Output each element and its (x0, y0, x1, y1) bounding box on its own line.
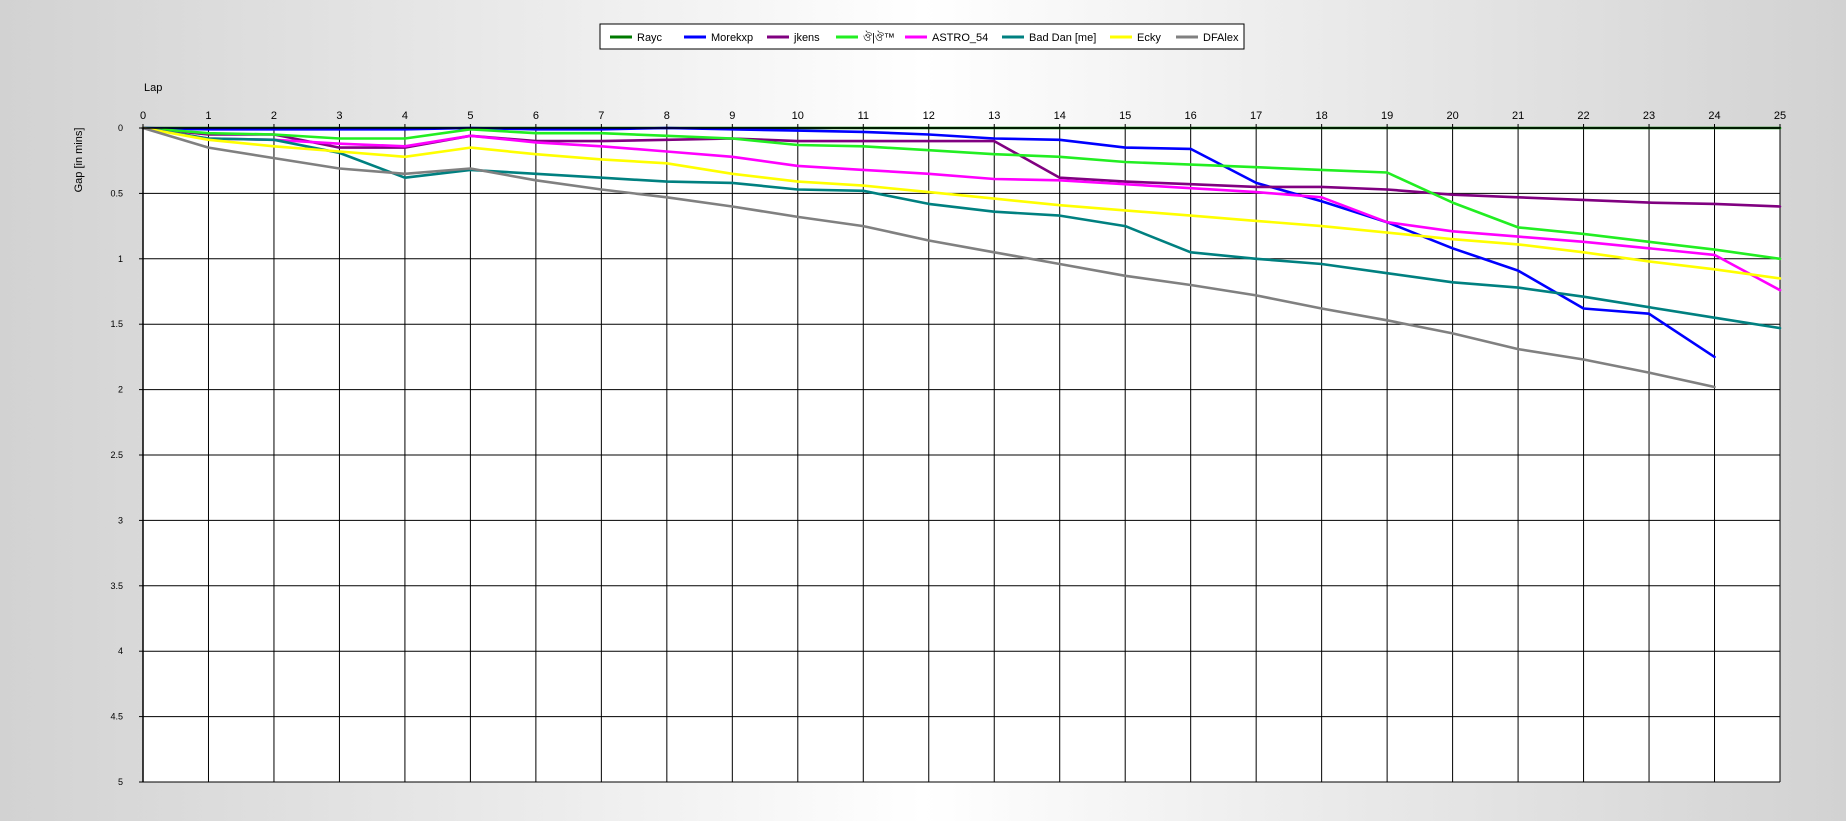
x-tick-label: 15 (1119, 110, 1131, 122)
y-tick-label: 2.5 (110, 450, 123, 460)
x-tick-label: 9 (729, 110, 735, 122)
x-tick-label: 2 (271, 110, 277, 122)
legend-label: jkens (793, 32, 820, 44)
y-tick-label: 3 (118, 515, 123, 525)
legend: Rayc Morekxp jkens ঔ|ঔ™ ASTRO_54 Bad Dan [me]… (599, 23, 1245, 50)
x-tick-label: 3 (336, 110, 342, 122)
x-tick-label: 20 (1446, 110, 1458, 122)
legend-label: Ecky (1137, 32, 1161, 44)
x-tick-label: 6 (533, 110, 539, 122)
legend-label: DFAlex (1203, 32, 1239, 44)
x-tick-label: 22 (1577, 110, 1589, 122)
y-tick-label: 5 (118, 777, 123, 787)
x-tick-label: 5 (467, 110, 473, 122)
x-tick-label: 1 (205, 110, 211, 122)
legend-label: ASTRO_54 (932, 32, 988, 44)
x-tick-label: 11 (858, 110, 869, 122)
y-tick-label: 2 (118, 385, 123, 395)
x-tick-label: 12 (923, 110, 935, 122)
x-tick-label: 4 (402, 110, 408, 122)
y-tick-label: 3.5 (110, 581, 123, 591)
x-tick-label: 21 (1512, 110, 1524, 122)
x-tick-label: 0 (140, 110, 146, 122)
legend-label: Bad Dan [me] (1029, 32, 1096, 44)
y-tick-label: 4 (118, 646, 123, 656)
x-tick-label: 14 (1054, 110, 1066, 122)
x-tick-label: 17 (1250, 110, 1262, 122)
y-tick-label: 0 (118, 123, 123, 133)
y-tick-label: 0.5 (110, 188, 123, 198)
y-axis-label: Gap [in mins] (73, 128, 85, 193)
x-tick-label: 16 (1185, 110, 1197, 122)
y-tick-label: 1 (118, 254, 123, 264)
legend-label: Morekxp (711, 32, 753, 44)
chart-container: Rayc Morekxp jkens ঔ|ঔ™ ASTRO_54 Bad Dan [me]… (0, 0, 1846, 816)
y-tick-label: 1.5 (110, 319, 123, 329)
x-tick-label: 19 (1381, 110, 1393, 122)
x-tick-label: 8 (664, 110, 670, 122)
line-chart: Rayc Morekxp jkens ঔ|ঔ™ ASTRO_54 Bad Dan [me]… (73, 23, 1786, 787)
legend-label: Rayc (637, 32, 663, 44)
x-tick-label: 25 (1774, 110, 1786, 122)
x-tick-label: 24 (1708, 110, 1720, 122)
x-tick-label: 10 (792, 110, 804, 122)
legend-label: ঔ|ঔ™ (863, 31, 895, 44)
x-tick-label: 7 (598, 110, 604, 122)
x-tick-label: 13 (988, 110, 1000, 122)
x-tick-label: 18 (1316, 110, 1328, 122)
x-tick-label: 23 (1643, 110, 1655, 122)
x-axis-label: Lap (144, 82, 162, 94)
y-tick-label: 4.5 (110, 712, 123, 722)
